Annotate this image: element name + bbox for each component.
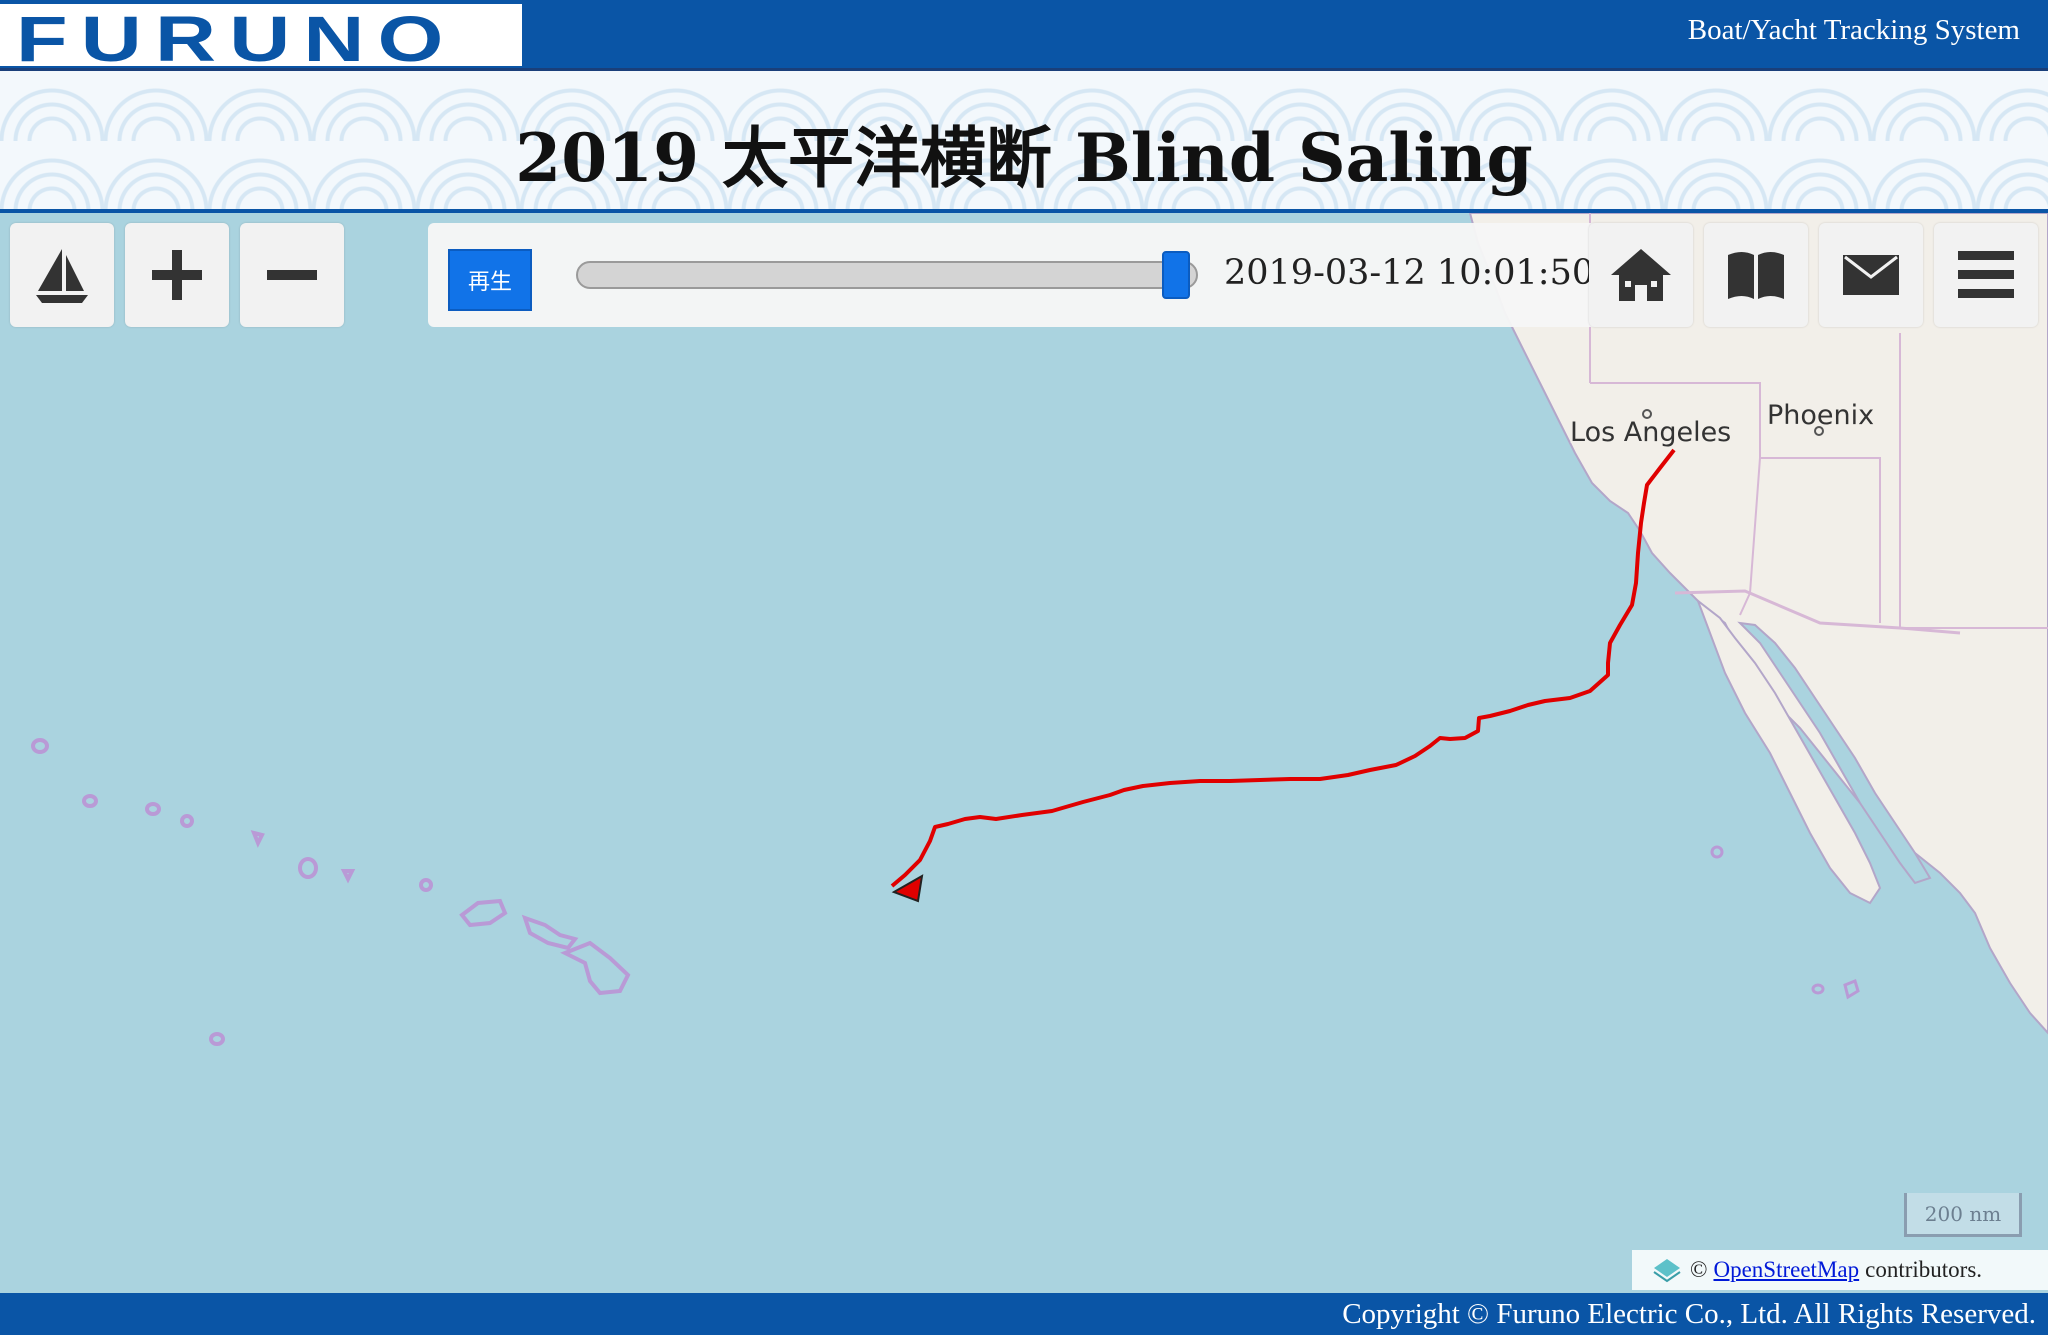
zoom-in-icon	[152, 250, 202, 300]
log-button[interactable]	[1704, 223, 1808, 327]
menu-icon	[1958, 251, 2014, 298]
copyright-text: Copyright © Furuno Electric Co., Ltd. Al…	[1342, 1298, 2036, 1330]
play-button[interactable]: 再生	[448, 249, 532, 311]
timestamp: 2019-03-12 10:01:50	[1224, 253, 1595, 293]
map-svg: Los Angeles Phoenix	[31, 213, 2048, 1046]
time-slider[interactable]	[576, 251, 1198, 299]
menu-button[interactable]	[1934, 223, 2038, 327]
city-phoenix: Phoenix	[1765, 398, 1876, 436]
home-button[interactable]	[1589, 223, 1693, 327]
slider-thumb[interactable]	[1162, 251, 1191, 299]
map-canvas[interactable]: Los Angeles Phoenix	[0, 213, 2048, 1293]
vessel-track	[890, 448, 1676, 888]
map-layers-icon	[1653, 1259, 1681, 1283]
land-north-america	[1468, 213, 2048, 1035]
zoom-out-button[interactable]	[240, 223, 344, 327]
mail-icon	[1843, 255, 1899, 295]
osm-link[interactable]: OpenStreetMap	[1713, 1257, 1859, 1283]
scale-bar: 200 nm	[1904, 1193, 2022, 1237]
book-icon	[1728, 252, 1784, 299]
title-banner: 2019 太平洋横断 Blind Saling	[0, 71, 2048, 213]
page-title: 2019 太平洋横断 Blind Saling	[515, 119, 1533, 197]
top-bar: FURUNO Boat/Yacht Tracking System	[0, 0, 2048, 71]
city-label-phoenix: Phoenix	[1767, 400, 1874, 431]
hawaiian-islands	[31, 738, 631, 1046]
map-attribution: © OpenStreetMap contributors.	[1632, 1250, 2048, 1290]
logo-text: FURUNO	[16, 3, 457, 75]
vessel-button[interactable]	[10, 223, 114, 327]
sailboat-icon	[36, 249, 88, 303]
logo: FURUNO	[0, 4, 522, 71]
playback-bar: 再生 2019-03-12 10:01:50	[428, 223, 1693, 327]
system-name: Boat/Yacht Tracking System	[1687, 14, 2020, 46]
mail-button[interactable]	[1819, 223, 1923, 327]
attribution-prefix: ©	[1690, 1257, 1708, 1282]
city-label-los-angeles: Los Angeles	[1570, 417, 1731, 448]
attribution-suffix: contributors.	[1865, 1257, 1983, 1282]
zoom-out-icon	[267, 270, 317, 280]
home-icon	[1611, 249, 1671, 301]
footer: Copyright © Furuno Electric Co., Ltd. Al…	[0, 1293, 2048, 1335]
zoom-in-button[interactable]	[125, 223, 229, 327]
